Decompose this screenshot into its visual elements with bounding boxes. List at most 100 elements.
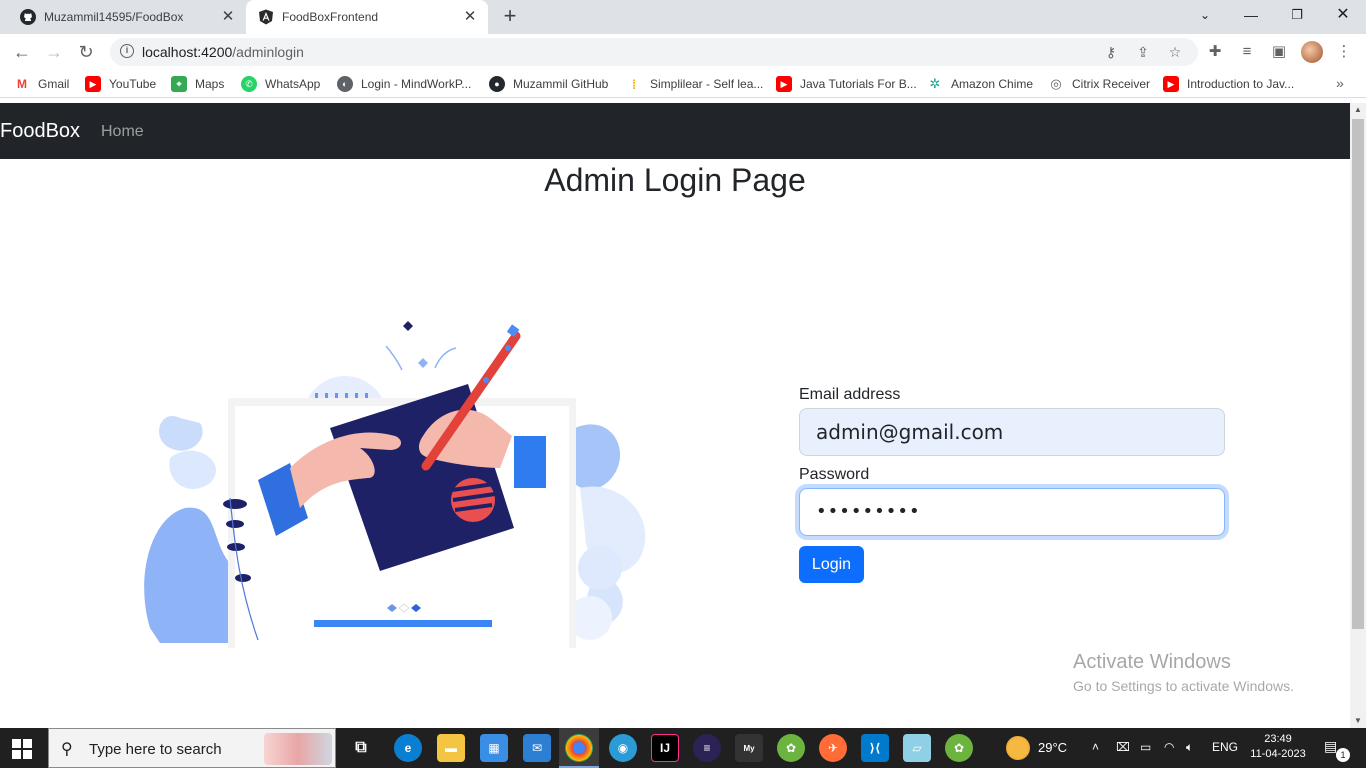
eclipse-icon[interactable]: ≡ (693, 734, 721, 762)
side-panel-icon[interactable]: ▣ (1269, 42, 1289, 62)
browser-toolbar: ← → ↻ i localhost:4200/adminlogin ⚷ ⇪ ☆ … (0, 34, 1366, 70)
wifi-icon[interactable]: ◠ (1164, 740, 1174, 754)
bookmark-java-tutorials[interactable]: ▶ Java Tutorials For B... (776, 76, 917, 92)
bookmark-maps[interactable]: ⌖ Maps (171, 76, 224, 92)
bookmark-mindwork-login[interactable]: ◐ Login - MindWorkP... (337, 76, 471, 92)
windows-start-icon[interactable] (12, 739, 32, 759)
search-highlight-image (264, 733, 332, 765)
key-icon[interactable]: ⚷ (1102, 43, 1120, 61)
maps-icon: ⌖ (171, 76, 187, 92)
mysql-icon[interactable]: My (735, 734, 763, 762)
device-icon[interactable]: ⌧ (1116, 740, 1130, 754)
taskbar-search-box[interactable]: ⚲ Type here to search (48, 728, 336, 768)
system-clock[interactable]: 23:49 11-04-2023 (1250, 732, 1306, 762)
url-text: localhost:4200/adminlogin (142, 44, 304, 60)
app-navbar: FoodBox Home (0, 103, 1350, 159)
citrix-icon: ◎ (1048, 76, 1064, 92)
page-scrollbar[interactable]: ▲ ▼ (1350, 103, 1366, 728)
mail-icon[interactable]: ✉ (523, 734, 551, 762)
file-explorer-icon[interactable]: ▬ (437, 734, 465, 762)
chrome-icon[interactable] (565, 734, 593, 762)
spring-tool-icon[interactable]: ✿ (777, 734, 805, 762)
bookmark-citrix-receiver[interactable]: ◎ Citrix Receiver (1048, 76, 1150, 92)
app-icon[interactable]: ◉ (609, 734, 637, 762)
battery-icon[interactable]: ▭ (1140, 740, 1151, 754)
clock-time: 23:49 (1264, 733, 1292, 745)
reload-icon[interactable]: ↻ (74, 40, 98, 64)
page-title: Admin Login Page (544, 162, 806, 198)
scrollbar-thumb[interactable] (1352, 119, 1364, 629)
github-icon (20, 9, 36, 25)
address-bar[interactable]: i localhost:4200/adminlogin ⚷ ⇪ ☆ (110, 38, 1198, 66)
back-icon[interactable]: ← (10, 40, 34, 64)
store-icon[interactable]: ▦ (480, 734, 508, 762)
language-indicator[interactable]: ENG (1212, 740, 1238, 754)
angular-icon (258, 9, 274, 25)
page-viewport: FoodBox Home Admin Login Page Email addr… (0, 103, 1350, 728)
globe-icon: ◐ (337, 76, 353, 92)
password-input[interactable]: ••••••••• (799, 488, 1225, 536)
bookmarks-bar: M Gmail ▶ YouTube ⌖ Maps ✆ WhatsApp ◐ Login -… (0, 70, 1366, 98)
clock-date: 11-04-2023 (1250, 748, 1306, 760)
close-tab-icon[interactable]: ✕ (462, 9, 478, 25)
spring-boot-icon[interactable]: ✿ (945, 734, 973, 762)
weather-icon[interactable] (1006, 736, 1030, 760)
notification-count-badge: 1 (1336, 748, 1350, 762)
tab-search-chevron-icon[interactable]: ⌄ (1182, 0, 1228, 32)
navbar-brand[interactable]: FoodBox (0, 120, 80, 143)
bookmark-amazon-chime[interactable]: ✲ Amazon Chime (927, 76, 1033, 92)
browser-tab-strip: Muzammil14595/FoodBox ✕ FoodBoxFrontend … (0, 0, 1366, 34)
login-illustration (140, 318, 660, 716)
activate-windows-watermark: Activate Windows Go to Settings to activ… (1073, 651, 1294, 694)
bookmark-youtube[interactable]: ▶ YouTube (85, 76, 156, 92)
close-tab-icon[interactable]: ✕ (220, 9, 236, 25)
extensions-icon[interactable]: ✚ (1205, 42, 1225, 62)
windows-taskbar: ⚲ Type here to search ⧉ e ▬ ▦ ✉ ◉ IJ ≡ M… (0, 728, 1366, 768)
vscode-icon[interactable]: ⟩⟨ (861, 734, 889, 762)
task-view-icon[interactable]: ⧉ (347, 734, 375, 762)
bookmark-intro-java[interactable]: ▶ Introduction to Jav... (1163, 76, 1294, 92)
github-icon: ● (489, 76, 505, 92)
youtube-icon: ▶ (776, 76, 792, 92)
postman-icon[interactable]: ✈ (819, 734, 847, 762)
weather-temperature[interactable]: 29°C (1038, 740, 1067, 755)
tab-foodboxfrontend[interactable]: FoodBoxFrontend ✕ (246, 0, 488, 34)
site-info-icon[interactable]: i (120, 44, 134, 58)
simplilearn-icon: ⁞ (626, 76, 642, 92)
bookmark-gmail[interactable]: M Gmail (14, 76, 69, 92)
minimize-icon[interactable]: — (1228, 0, 1274, 32)
profile-avatar[interactable] (1301, 41, 1323, 63)
whatsapp-icon: ✆ (241, 76, 257, 92)
share-icon[interactable]: ⇪ (1134, 43, 1152, 61)
bookmark-muzammil-github[interactable]: ● Muzammil GitHub (489, 76, 608, 92)
show-hidden-icons-icon[interactable]: ˄ (1092, 740, 1099, 754)
intellij-icon[interactable]: IJ (651, 734, 679, 762)
email-input[interactable]: admin@gmail.com (799, 408, 1225, 456)
media-queue-icon[interactable]: ≡ (1237, 42, 1257, 62)
volume-icon[interactable]: 🔈︎ (1186, 740, 1193, 755)
forward-icon[interactable]: → (42, 40, 66, 64)
login-form: Email address admin@gmail.com Password •… (799, 386, 1225, 583)
search-placeholder: Type here to search (89, 741, 222, 758)
restore-icon[interactable]: ❐ (1274, 0, 1320, 32)
bookmark-whatsapp[interactable]: ✆ WhatsApp (241, 76, 320, 92)
gmail-icon: M (14, 76, 30, 92)
watermark-title: Activate Windows (1073, 651, 1231, 673)
tab-foodbox-github[interactable]: Muzammil14595/FoodBox ✕ (12, 0, 246, 34)
bookmark-simplilearn[interactable]: ⁞ Simplilear - Self lea... (626, 76, 763, 92)
youtube-icon: ▶ (1163, 76, 1179, 92)
new-tab-button[interactable]: + (498, 5, 522, 29)
notepad-icon[interactable]: ▱ (903, 734, 931, 762)
bookmark-star-icon[interactable]: ☆ (1166, 43, 1184, 61)
email-label: Email address (799, 386, 901, 403)
close-window-icon[interactable]: ✕ (1320, 0, 1366, 32)
scroll-up-icon[interactable]: ▲ (1350, 103, 1366, 117)
edge-icon[interactable]: e (394, 734, 422, 762)
menu-kebab-icon[interactable]: ⋮ (1334, 42, 1354, 62)
tab-title: Muzammil14595/FoodBox (44, 10, 184, 24)
nav-home-link[interactable]: Home (101, 123, 144, 141)
scroll-down-icon[interactable]: ▼ (1350, 714, 1366, 728)
password-label: Password (799, 466, 870, 483)
more-bookmarks-icon[interactable]: » (1336, 75, 1344, 91)
login-button[interactable]: Login (799, 546, 864, 583)
